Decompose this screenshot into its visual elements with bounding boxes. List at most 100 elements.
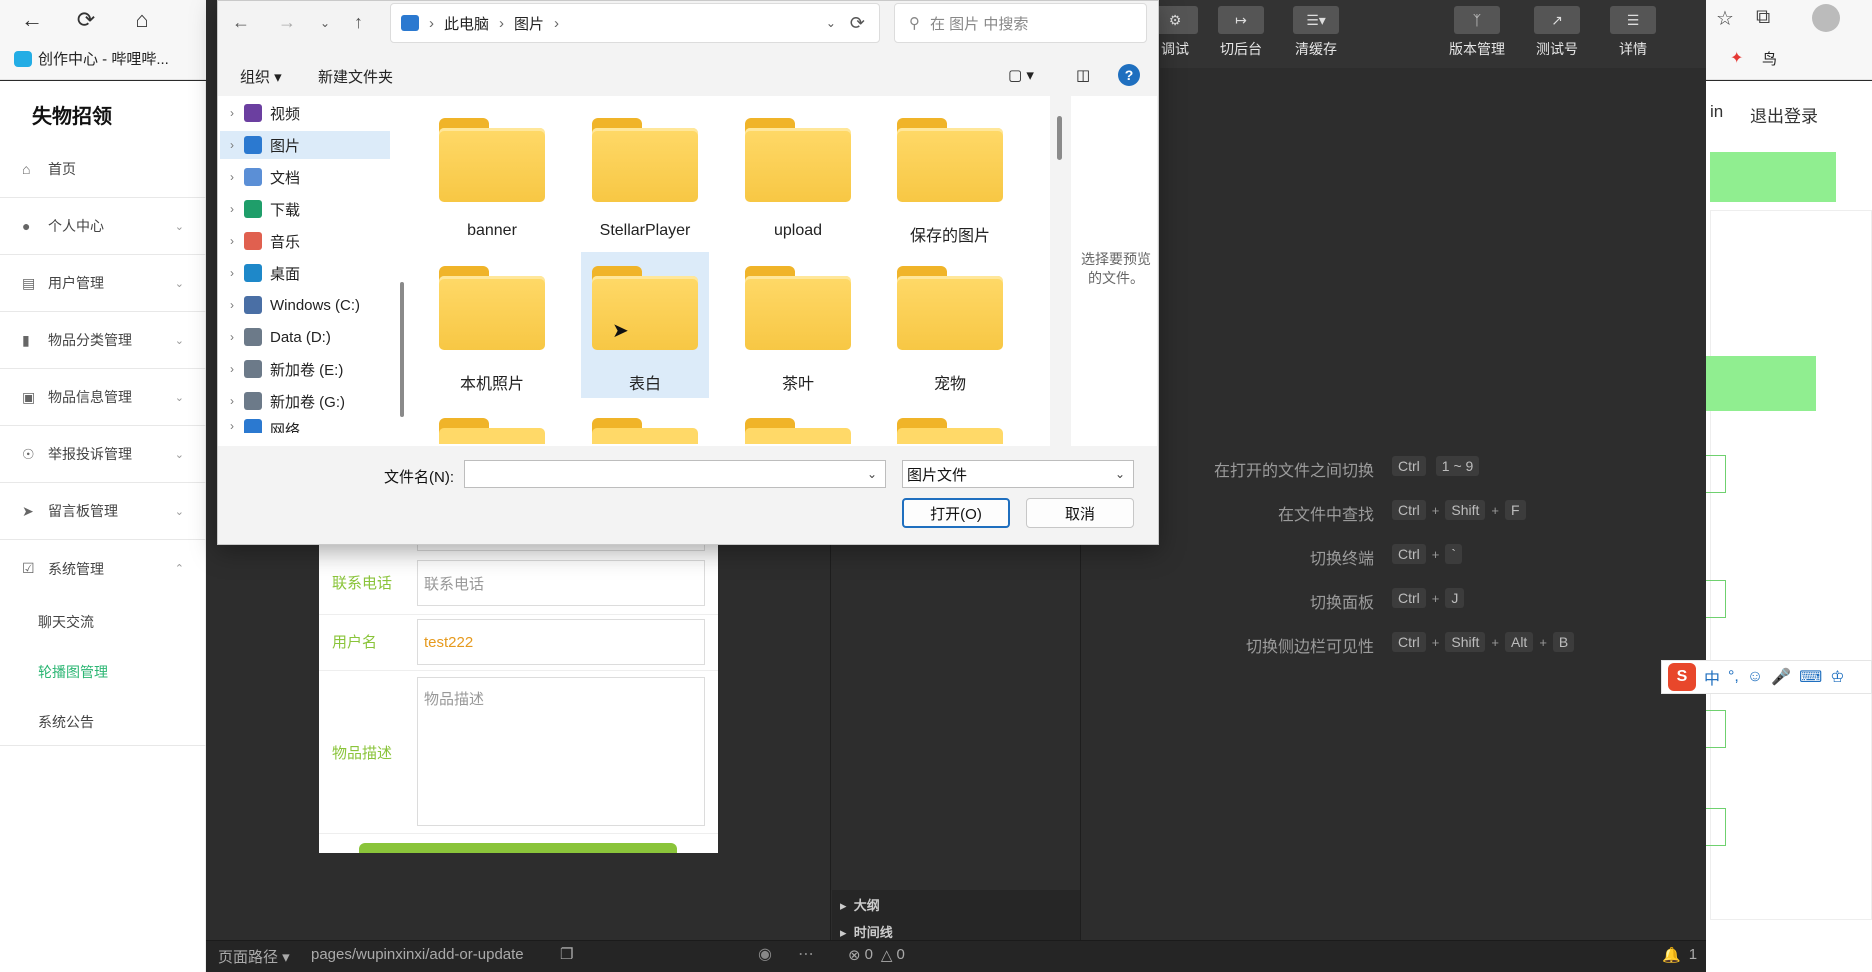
keyboard-icon[interactable]: ⌨ — [1799, 667, 1822, 687]
submenu-carousel[interactable]: 轮播图管理 — [38, 662, 108, 682]
row-button[interactable] — [1706, 455, 1726, 493]
tree-item[interactable]: › 网络 — [220, 419, 390, 433]
folder-item[interactable]: banner — [428, 104, 556, 250]
row-button[interactable] — [1706, 710, 1726, 748]
desc-textarea[interactable]: 物品描述 — [417, 677, 705, 826]
chevron-right-icon[interactable]: › — [220, 170, 244, 184]
timeline-section[interactable]: ▸ 时间线 — [840, 922, 893, 941]
filename-input[interactable]: ⌄ — [464, 460, 886, 488]
chevron-right-icon[interactable]: › — [220, 202, 244, 216]
username-input[interactable]: test222 — [417, 619, 705, 665]
version-button[interactable]: ᛉ 版本管理 — [1442, 6, 1512, 59]
tree-item[interactable]: › 文档 — [220, 163, 390, 191]
notifications[interactable]: 🔔 1 — [1662, 946, 1697, 964]
back-icon[interactable]: ← — [16, 4, 48, 36]
phone-input[interactable]: 联系电话 — [417, 560, 705, 606]
tree-scrollbar[interactable] — [400, 282, 404, 417]
clear-cache-button[interactable]: ☰▾ 清缓存 — [1281, 6, 1351, 59]
back-icon[interactable]: ← — [232, 12, 250, 33]
row-button[interactable] — [1706, 580, 1726, 618]
address-bar[interactable]: › 此电脑 › 图片 › ⌄ ⟳ — [390, 3, 880, 43]
favorites-icon[interactable]: ☆ — [1716, 6, 1734, 31]
tree-item[interactable]: › 音乐 — [220, 227, 390, 255]
folder-item[interactable]: StellarPlayer — [581, 104, 709, 250]
menu-item-users[interactable]: ▤ 用户管理 ⌄ — [0, 255, 206, 312]
chevron-right-icon[interactable]: › — [220, 138, 244, 152]
menu-item-items[interactable]: ▣ 物品信息管理 ⌄ — [0, 369, 206, 426]
breadcrumb-item[interactable]: 图片 — [514, 13, 544, 34]
chevron-down-icon[interactable]: ⌄ — [867, 467, 877, 481]
submit-button[interactable] — [359, 843, 677, 853]
tree-item[interactable]: › 新加卷 (E:) — [220, 355, 390, 383]
skin-icon[interactable]: ♔ — [1830, 667, 1844, 687]
chevron-right-icon[interactable]: › — [220, 106, 244, 120]
tree-item[interactable]: › 新加卷 (G:) — [220, 387, 390, 415]
bookmark-bilibili[interactable]: 创作中心 - 哔哩哔... — [14, 48, 169, 69]
files-scrollbar[interactable] — [1057, 116, 1062, 160]
refresh-icon[interactable]: ⟳ — [850, 13, 865, 34]
breadcrumb-item[interactable]: 此电脑 — [444, 13, 489, 34]
chevron-down-icon[interactable]: ⌄ — [826, 16, 836, 30]
chevron-right-icon[interactable]: › — [220, 330, 244, 344]
ime-mode[interactable]: 中 — [1704, 665, 1720, 689]
forward-icon[interactable]: → — [278, 12, 296, 33]
chevron-down-icon[interactable]: ⌄ — [320, 16, 330, 30]
submenu-notice[interactable]: 系统公告 — [38, 712, 94, 732]
home-icon[interactable]: ⌂ — [126, 4, 158, 36]
mic-icon[interactable]: 🎤 — [1771, 667, 1791, 687]
filetype-select[interactable]: 图片文件 ⌄ — [902, 460, 1134, 488]
folder-item[interactable]: 保存的图片 — [886, 104, 1014, 250]
background-button[interactable]: ↦ 切后台 — [1206, 6, 1276, 59]
chevron-right-icon[interactable]: › — [220, 234, 244, 248]
submenu-chat[interactable]: 聊天交流 — [38, 612, 94, 632]
menu-item-home[interactable]: ⌂ 首页 — [0, 141, 206, 198]
chevron-right-icon[interactable]: › — [220, 266, 244, 280]
menu-item-messages[interactable]: ➤ 留言板管理 ⌄ — [0, 483, 206, 540]
folder-item[interactable]: 茶叶 — [734, 252, 862, 398]
chevron-right-icon[interactable]: › — [220, 394, 244, 408]
preview-pane-icon[interactable]: ◫ — [1076, 66, 1090, 84]
eye-icon[interactable]: ◉ — [758, 944, 772, 964]
collections-icon[interactable]: ⧉ — [1756, 6, 1770, 29]
folder-icon[interactable] — [897, 418, 1003, 444]
folder-item[interactable]: 宠物 — [886, 252, 1014, 398]
details-button[interactable]: ☰ 详情 — [1598, 6, 1668, 59]
row-button[interactable] — [1706, 808, 1726, 846]
tree-item[interactable]: › 桌面 — [220, 259, 390, 287]
copy-icon[interactable]: ❐ — [560, 945, 573, 963]
problems-indicator[interactable]: ⊗ 0 △ 0 — [848, 946, 905, 964]
folder-item[interactable]: 本机照片 — [428, 252, 556, 398]
chevron-right-icon[interactable]: › — [220, 362, 244, 376]
folder-icon[interactable] — [439, 418, 545, 444]
folder-icon[interactable] — [745, 418, 851, 444]
folder-item[interactable]: 表白 — [581, 252, 709, 398]
ime-toolbar[interactable]: S 中 °, ☺ 🎤 ⌨ ♔ — [1661, 660, 1872, 694]
test-account-button[interactable]: ↗ 测试号 — [1522, 6, 1592, 59]
open-button[interactable]: 打开(O) — [902, 498, 1010, 528]
chevron-right-icon[interactable]: › — [220, 298, 244, 312]
tree-item[interactable]: › 视频 — [220, 99, 390, 127]
chevron-right-icon[interactable]: › — [220, 419, 244, 433]
up-icon[interactable]: ↑ — [354, 12, 363, 33]
help-icon[interactable]: ? — [1118, 64, 1140, 86]
tree-item[interactable]: › Data (D:) — [220, 323, 390, 351]
reload-icon[interactable]: ⟳ — [70, 4, 102, 36]
bookmark-bird[interactable]: 鸟 — [1762, 48, 1777, 69]
outline-section[interactable]: ▸ 大纲 — [840, 895, 880, 914]
page-path-dropdown[interactable]: 页面路径 ▾ — [218, 946, 290, 967]
menu-item-categories[interactable]: ▮ 物品分类管理 ⌄ — [0, 312, 206, 369]
emoji-icon[interactable]: ☺ — [1747, 668, 1763, 686]
more-icon[interactable]: ⋯ — [798, 944, 814, 964]
view-icon[interactable]: ▢ ▾ — [1008, 66, 1034, 84]
tree-item[interactable]: › 图片 — [220, 131, 390, 159]
folder-item[interactable]: upload — [734, 104, 862, 250]
organize-button[interactable]: 组织 ▾ — [240, 66, 282, 87]
menu-item-system[interactable]: ☑ 系统管理 ⌃ — [0, 540, 206, 597]
ime-punct[interactable]: °, — [1728, 668, 1739, 686]
tree-item[interactable]: › 下载 — [220, 195, 390, 223]
logout-link[interactable]: 退出登录 — [1750, 102, 1818, 127]
cancel-button[interactable]: 取消 — [1026, 498, 1134, 528]
folder-icon[interactable] — [592, 418, 698, 444]
menu-item-profile[interactable]: ● 个人中心 ⌄ — [0, 198, 206, 255]
menu-item-reports[interactable]: ☉ 举报投诉管理 ⌄ — [0, 426, 206, 483]
